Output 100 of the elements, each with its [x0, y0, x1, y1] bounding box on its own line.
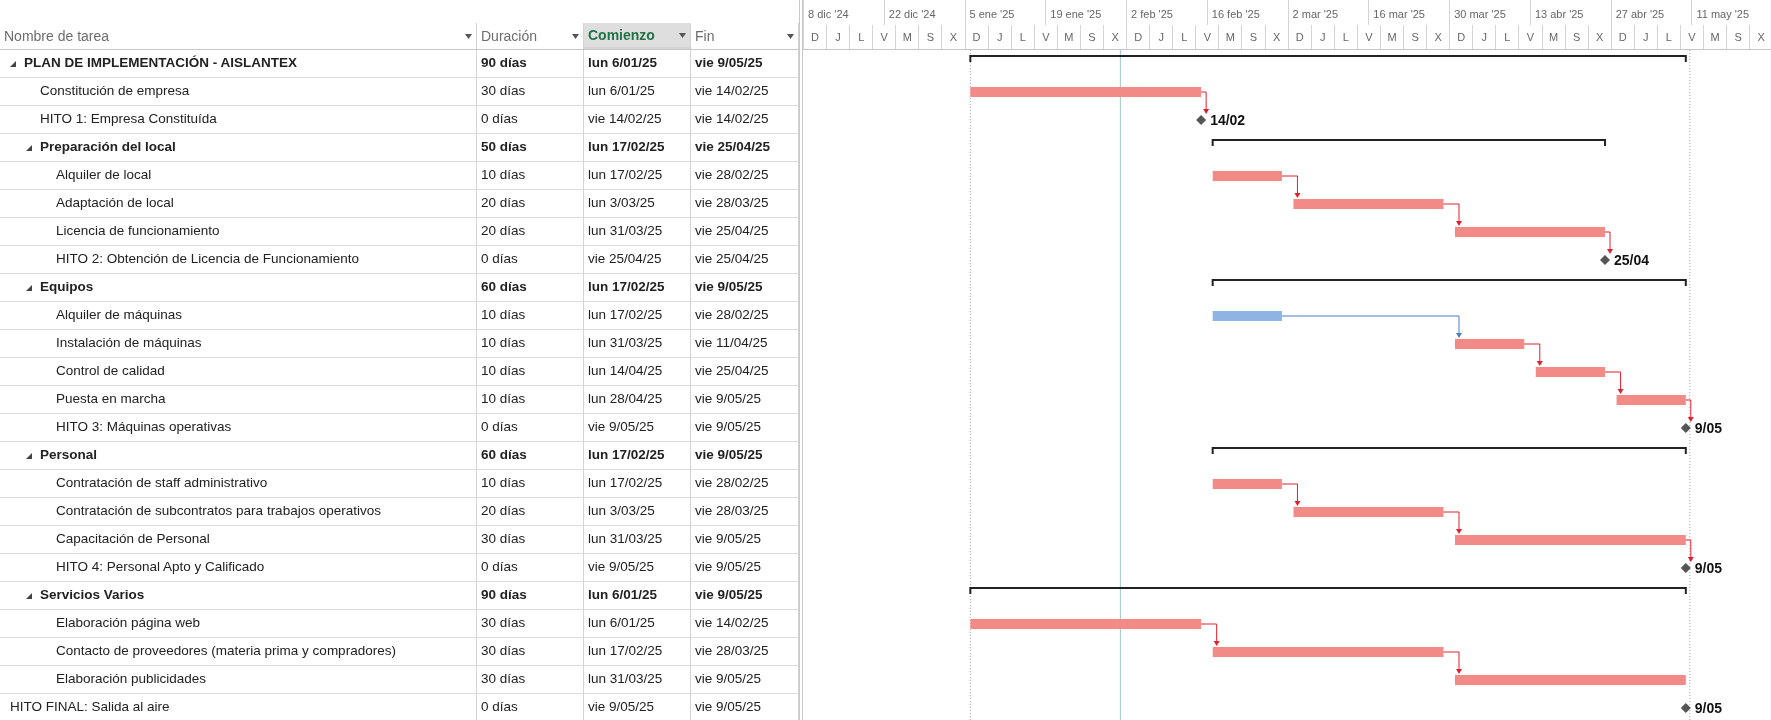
table-cell-text: 0 días	[481, 698, 518, 717]
dependency-arrow	[1200, 91, 1210, 114]
table-cell-text: lun 17/02/25	[588, 278, 665, 297]
table-cell-text: 30 días	[481, 530, 526, 549]
table-cell-text: 30 días	[481, 642, 526, 661]
timescale-label: 13 abr '25	[1529, 0, 1611, 25]
table-cell-text: 60 días	[481, 278, 527, 297]
timescale-label: J	[987, 24, 1011, 49]
timescale-label: M	[1703, 24, 1727, 49]
timescale-label: V	[1356, 24, 1380, 49]
timescale-label: L	[849, 24, 873, 49]
dropdown-icon[interactable]	[787, 33, 794, 39]
table-cell-text: 0 días	[481, 418, 518, 437]
timescale-label: D	[1610, 24, 1634, 49]
timescale-label: 11 may '25	[1691, 0, 1771, 25]
table-cell-text: vie 14/02/25	[695, 614, 769, 633]
dropdown-icon[interactable]	[572, 33, 579, 39]
task-name: Licencia de funcionamiento	[56, 222, 220, 241]
table-cell-text: vie 9/05/25	[695, 278, 763, 297]
table-cell-text: vie 9/05/25	[695, 558, 762, 577]
table-cell-text: 0 días	[481, 558, 518, 577]
collapse-icon[interactable]	[26, 144, 32, 151]
table-cell-text: 90 días	[481, 54, 527, 73]
timescale-label: 16 mar '25	[1368, 0, 1450, 25]
milestone-icon	[1600, 255, 1611, 265]
table-cell-text: vie 9/05/25	[588, 698, 655, 717]
timescale-label: X	[1426, 24, 1450, 49]
dependency-arrow	[1281, 175, 1301, 198]
collapse-icon[interactable]	[10, 60, 16, 67]
table-cell-text: lun 31/03/25	[588, 334, 663, 353]
timescale-label: V	[1518, 24, 1542, 49]
dropdown-icon[interactable]	[465, 33, 472, 39]
timescale-label: M	[1218, 24, 1242, 49]
table-cell-text: lun 6/01/25	[588, 54, 658, 73]
table-cell-text: vie 9/05/25	[695, 698, 762, 717]
timescale-label: D	[1126, 24, 1150, 49]
table-cell-text: lun 31/03/25	[588, 222, 663, 241]
task-name: Servicios Varios	[40, 586, 145, 605]
timescale-label: L	[1333, 24, 1357, 49]
dependency-arrow	[1281, 483, 1301, 506]
table-cell-text: lun 17/02/25	[588, 474, 663, 493]
timescale-label: X	[1264, 24, 1288, 49]
table-cell-text: vie 28/03/25	[695, 194, 769, 213]
timescale-label: M	[1541, 24, 1565, 49]
dependency-arrow	[1685, 539, 1694, 562]
task-name: Instalación de máquinas	[56, 334, 202, 353]
timescale-label: 2 mar '25	[1287, 0, 1369, 25]
table-cell-text: vie 9/05/25	[695, 586, 763, 605]
table-cell-text: vie 9/05/25	[695, 418, 762, 437]
timescale-label: 16 feb '25	[1206, 0, 1288, 25]
task-name: PLAN DE IMPLEMENTACIÓN - AISLANTEX	[24, 54, 297, 73]
table-cell-text: vie 25/04/25	[695, 362, 769, 381]
table-cell-text: vie 28/03/25	[695, 502, 769, 521]
table-cell-text: lun 17/02/25	[588, 138, 665, 157]
timescale-label: S	[1079, 24, 1103, 49]
table-cell-text: vie 28/03/25	[695, 642, 769, 661]
collapse-icon[interactable]	[26, 284, 32, 291]
timescale-label: J	[1310, 24, 1334, 49]
table-cell-text: vie 9/05/25	[588, 418, 655, 437]
timescale-label: X	[941, 24, 965, 49]
column-header[interactable]: Fin	[691, 23, 799, 49]
table-cell-text: lun 3/03/25	[588, 502, 655, 521]
timescale-label: 30 mar '25	[1449, 0, 1530, 25]
dropdown-icon[interactable]	[679, 32, 686, 38]
table-cell-text: 20 días	[481, 502, 526, 521]
timescale-label: M	[895, 24, 919, 49]
table-cell-text: 10 días	[481, 390, 526, 409]
timescale-label: J	[1149, 24, 1173, 49]
timescale-label: J	[826, 24, 850, 49]
table-cell-text: lun 3/03/25	[588, 194, 655, 213]
milestone-label: 25/04	[1614, 252, 1650, 268]
collapse-icon[interactable]	[26, 592, 32, 599]
timescale-label: X	[1749, 24, 1771, 49]
table-cell-text: lun 31/03/25	[588, 670, 663, 689]
table-cell-text: lun 6/01/25	[588, 82, 655, 101]
column-header[interactable]: Nombre de tarea	[0, 23, 477, 49]
table-cell-text: vie 28/02/25	[695, 166, 769, 185]
timescale-label: L	[1656, 24, 1680, 49]
table-cell-text: vie 25/04/25	[588, 250, 662, 269]
table-cell-text: 20 días	[481, 194, 526, 213]
table-cell-text: 10 días	[481, 166, 526, 185]
timescale-label: M	[1056, 24, 1080, 49]
timescale-label: 22 dic '24	[883, 0, 965, 25]
timescale-label: S	[918, 24, 942, 49]
table-cell-text: lun 14/04/25	[588, 362, 663, 381]
task-name: Constitución de empresa	[40, 82, 190, 101]
table-cell-text: lun 17/02/25	[588, 306, 663, 325]
timescale-label: J	[1472, 24, 1496, 49]
collapse-icon[interactable]	[26, 452, 32, 459]
timescale-label: D	[1449, 24, 1473, 49]
table-cell-text: 60 días	[481, 446, 527, 465]
table-cell-text: 20 días	[481, 222, 526, 241]
table-cell-text: 0 días	[481, 250, 518, 269]
task-name: Equipos	[40, 278, 94, 297]
timescale-label: L	[1010, 24, 1034, 49]
timescale-label: 2 feb '25	[1126, 0, 1207, 25]
table-cell-text: vie 9/05/25	[695, 390, 762, 409]
column-header[interactable]: Comienzo	[584, 23, 691, 49]
milestone-label: 9/05	[1694, 700, 1723, 716]
table-cell-text: lun 31/03/25	[588, 530, 663, 549]
